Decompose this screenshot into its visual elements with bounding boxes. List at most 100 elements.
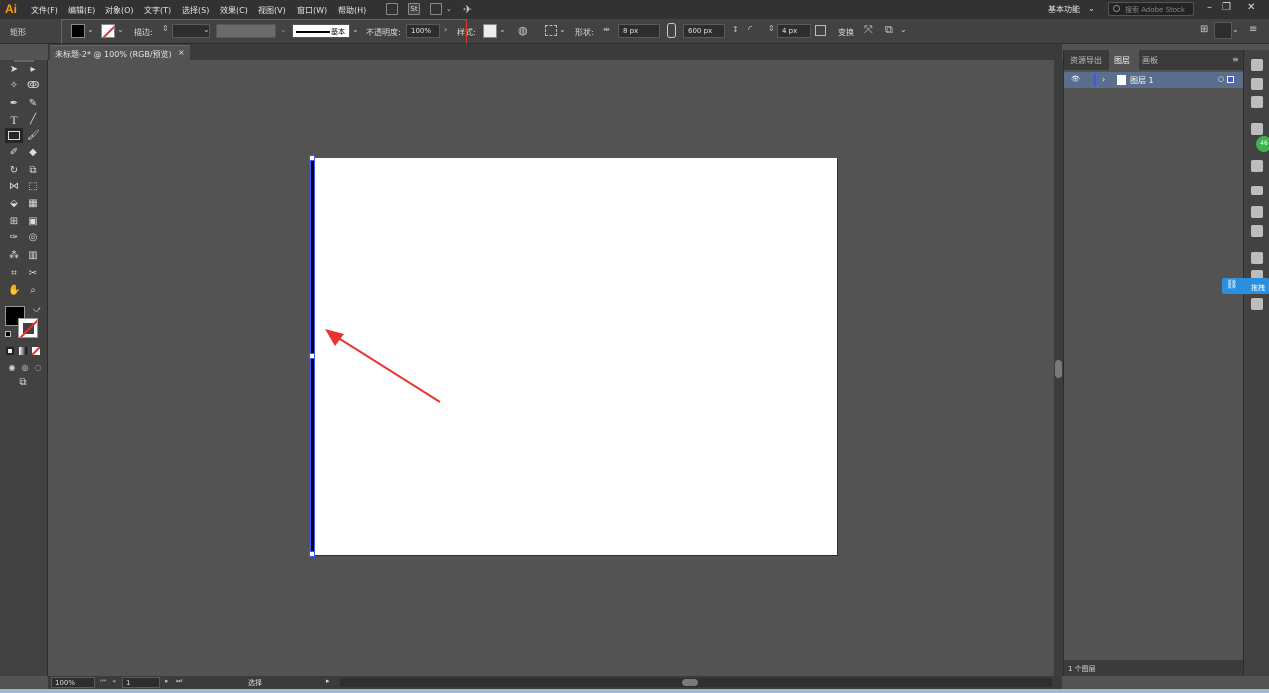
perspective-grid-tool-icon[interactable]: ▦ [27,198,39,210]
change-screen-mode-icon[interactable]: ⧉ [17,377,29,389]
artboard-number-field[interactable]: 1 [122,677,160,688]
arrange-icon[interactable]: ⧉ [885,23,893,37]
stepper-icon[interactable]: ⇕ [768,24,775,33]
lasso-tool-icon[interactable]: ↂ [27,80,39,92]
direct-selection-tool-icon[interactable]: ▸ [27,64,39,76]
symbols-icon[interactable] [1251,160,1263,172]
properties-icon[interactable] [1251,78,1263,90]
magic-wand-tool-icon[interactable]: ✧ [8,80,20,92]
line-segment-tool-icon[interactable]: ╱ [27,114,39,126]
horizontal-scroll-thumb[interactable] [682,679,698,686]
menu-file[interactable]: 文件(F) [31,5,58,16]
slice-tool-icon[interactable]: ✂ [27,268,39,280]
cc-libraries-icon[interactable] [1251,59,1263,71]
paintbrush-tool-icon[interactable]: 🖌 [27,130,40,142]
rotate-tool-icon[interactable]: ↻ [8,165,20,177]
transform-button[interactable]: 变换 [838,27,854,38]
color-guide-icon[interactable] [1251,96,1263,108]
menu-edit[interactable]: 编辑(E) [68,5,95,16]
chevron-down-icon[interactable]: ⌄ [1088,4,1095,13]
rectangle-tool-icon[interactable] [8,131,20,140]
minimize-button[interactable]: – [1207,2,1212,13]
vertical-scrollbar[interactable] [1054,60,1063,676]
chevron-down-icon[interactable]: ⌄ [559,25,566,34]
horizontal-scrollbar[interactable] [340,678,1052,687]
close-window-button[interactable]: ✕ [1247,2,1255,13]
align-to-icon[interactable] [545,25,557,36]
menu-object[interactable]: 对象(O) [105,5,134,16]
eyedropper-tool-icon[interactable]: ✑ [8,232,20,244]
drag-widget[interactable]: ⛓ 拖拽 [1222,278,1269,294]
restore-button[interactable]: ❐ [1222,2,1231,13]
transparency-icon[interactable] [1251,225,1263,237]
recolor-artwork-icon[interactable]: ◍ [518,24,528,37]
gradient-tool-icon[interactable]: ▣ [27,216,39,228]
symbol-sprayer-tool-icon[interactable]: ⁂ [8,250,20,262]
stroke-color-box[interactable] [18,318,38,338]
notification-badge[interactable]: 46 [1256,136,1269,152]
curvature-tool-icon[interactable]: ✎ [27,98,39,110]
workspace-switcher[interactable]: 基本功能 [1048,4,1080,15]
gpu-performance-icon[interactable]: ✈ [463,3,472,16]
isolate-object-icon[interactable]: ⤧ [864,23,873,37]
gradient-mode-icon[interactable] [19,347,27,355]
zoom-field[interactable]: 100% [51,677,95,688]
tab-artboards[interactable]: 画板 [1142,55,1158,66]
scroll-thumb[interactable] [1055,360,1062,378]
target-icon[interactable]: ○ [1218,75,1224,83]
menu-window[interactable]: 窗口(W) [297,5,327,16]
corner-widget-icon[interactable] [815,25,826,36]
menu-help[interactable]: 帮助(H) [338,5,366,16]
menu-type[interactable]: 文字(T) [144,5,171,16]
tab-asset-export[interactable]: 资源导出 [1070,55,1102,66]
layer-name[interactable]: 图层 1 [1130,75,1154,86]
selection-handle-middle[interactable] [309,353,315,359]
chevron-down-icon[interactable]: ⌄ [1232,25,1239,34]
swatches-icon[interactable] [1251,123,1263,135]
selection-handle-top[interactable] [309,155,315,161]
draw-normal-icon[interactable]: ◉ [6,362,18,374]
prev-artboard-icon[interactable]: ◂ [112,677,116,685]
document-tab[interactable]: 未标题-2* @ 100% (RGB/预览) × [50,45,190,60]
selection-tool-icon[interactable]: ➤ [8,64,20,76]
panel-menu-icon[interactable]: ≡ [1249,24,1257,35]
shaper-tool-icon[interactable]: ✐ [8,147,20,159]
swap-fill-stroke-icon[interactable]: ⤻ [31,303,43,315]
eraser-tool-icon[interactable]: ◆ [27,147,39,159]
shape-height-field[interactable]: 600 px [683,24,725,38]
hand-tool-icon[interactable]: ✋ [8,285,20,297]
selection-indicator[interactable] [1227,76,1234,83]
mesh-tool-icon[interactable]: ⊞ [8,216,20,228]
status-menu-arrow-icon[interactable]: ▸ [326,677,330,685]
tab-layers[interactable]: 图层 [1114,55,1130,66]
draw-behind-icon[interactable]: ◎ [19,362,31,374]
layer-row[interactable]: 👁 › 图层 1 ○ [1064,72,1243,88]
width-tool-icon[interactable]: ⋈ [8,181,20,193]
visibility-eye-icon[interactable]: 👁 [1071,75,1080,83]
close-tab-icon[interactable]: × [178,48,185,57]
shape-width-field[interactable]: 8 px [618,24,660,38]
panel-menu-icon[interactable]: ≡ [1232,55,1239,64]
stock-icon[interactable]: St [408,3,420,15]
chevron-down-icon[interactable]: ⌄ [446,5,452,13]
color-mode-icon[interactable] [6,347,14,355]
zoom-tool-icon[interactable]: ⌕ [27,285,39,297]
stroke-panel-icon[interactable] [1251,186,1263,195]
appearance-icon[interactable] [1251,252,1263,264]
chevron-right-icon[interactable]: › [1102,75,1105,84]
pen-tool-icon[interactable]: ✒ [8,98,20,110]
first-artboard-icon[interactable]: ⏮ [100,677,106,686]
corner-radius-field[interactable]: 4 px [777,24,811,38]
free-transform-tool-icon[interactable]: ⬚ [27,181,39,193]
last-artboard-icon[interactable]: ⏭ [176,677,182,686]
align-icon[interactable] [1214,22,1232,39]
menu-view[interactable]: 视图(V) [258,5,286,16]
next-artboard-icon[interactable]: ▸ [165,677,169,685]
none-mode-icon[interactable] [32,347,40,355]
selection-handle-bottom[interactable] [309,551,315,557]
bridge-icon[interactable] [386,3,398,15]
draw-inside-icon[interactable]: ◌ [32,362,44,374]
blend-tool-icon[interactable]: ◎ [27,232,39,244]
link-proportions-icon[interactable] [667,23,676,38]
column-graph-tool-icon[interactable]: ▥ [27,250,39,262]
